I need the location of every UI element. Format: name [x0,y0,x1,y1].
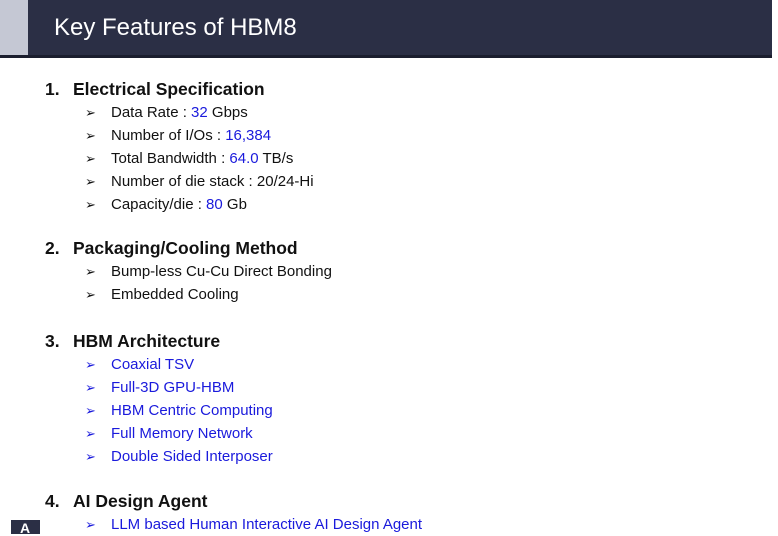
section-title: Electrical Specification [73,79,265,99]
arrow-bullet-icon: ➢ [85,426,96,441]
item-label: Number of I/Os : [111,127,226,144]
section-number: 2. [45,238,60,258]
section-hbm-architecture: 3. HBM Architecture ➢ Coaxial TSV ➢ Full-3D… [45,329,765,468]
section-title: AI Design Agent [73,491,208,511]
item-list: ➢ Bump-less Cu-Cu Direct Bonding ➢ Embedde… [45,260,765,306]
item-label: Full-3D GPU-HBM [111,379,235,396]
section-ai-design-agent: 4. AI Design Agent ➢ LLM based Human Inter… [45,489,765,536]
section-number: 3. [45,331,60,351]
item-list: ➢ Coaxial TSV ➢ Full-3D GPU-HBM ➢ HBM Centr… [45,353,765,468]
section-heading: 4. AI Design Agent [45,489,765,513]
arrow-bullet-icon: ➢ [85,449,96,464]
arrow-bullet-icon: ➢ [85,380,96,395]
item-unit: TB/s [258,150,294,167]
section-heading: 3. HBM Architecture [45,329,765,353]
item-value: 16,384 [225,127,272,144]
arrow-bullet-icon: ➢ [85,517,96,532]
item-unit: Gbps [207,104,248,121]
item-label: Capacity/die : [111,196,207,213]
section-number: 1. [45,79,60,99]
arrow-bullet-icon: ➢ [85,174,96,189]
section-heading: 2. Packaging/Cooling Method [45,236,765,260]
arrow-bullet-icon: ➢ [85,151,96,166]
item-label: Coaxial TSV [111,356,195,373]
item-unit: Gb [222,196,247,213]
section-title: Packaging/Cooling Method [73,238,298,258]
item-label: Full Memory Network [111,425,253,442]
slide-content: 1. Electrical Specification ➢ Data Rate : … [0,0,778,534]
item-label: HBM Centric Computing [111,402,273,419]
list-item-llm-agent: ➢ LLM based Human Interactive AI Design A… [45,513,765,536]
list-item-hbm-centric: ➢ HBM Centric Computing [45,399,765,422]
arrow-bullet-icon: ➢ [85,357,96,372]
arrow-bullet-icon: ➢ [85,287,96,302]
arrow-bullet-icon: ➢ [85,105,96,120]
list-item-cooling: ➢ Embedded Cooling [45,283,765,306]
section-packaging-cooling: 2. Packaging/Cooling Method ➢ Bump-less Cu… [45,236,765,306]
list-item-memory-network: ➢ Full Memory Network [45,422,765,445]
item-label: Double Sided Interposer [111,448,273,465]
arrow-bullet-icon: ➢ [85,264,96,279]
item-list: ➢ LLM based Human Interactive AI Design A… [45,513,765,536]
list-item-full-3d: ➢ Full-3D GPU-HBM [45,376,765,399]
corner-logo-glyph: A [20,520,31,534]
item-label: Number of die stack : 20/24-Hi [111,173,314,190]
list-item-interposer: ➢ Double Sided Interposer [45,445,765,468]
section-electrical-specification: 1. Electrical Specification ➢ Data Rate : … [45,77,765,216]
list-item-data-rate: ➢ Data Rate : 32 Gbps [45,101,765,124]
list-item-bonding: ➢ Bump-less Cu-Cu Direct Bonding [45,260,765,283]
list-item-total-bandwidth: ➢ Total Bandwidth : 64.0 TB/s [45,147,765,170]
item-label: Embedded Cooling [111,286,239,303]
item-value: 64.0 [229,150,259,167]
item-label: LLM based Human Interactive AI Design Ag… [111,516,423,533]
section-heading: 1. Electrical Specification [45,77,765,101]
item-label: Total Bandwidth : [111,150,230,167]
corner-logo: A [11,520,40,534]
item-list: ➢ Data Rate : 32 Gbps ➢ Number of I/Os : 1… [45,101,765,216]
item-label: Bump-less Cu-Cu Direct Bonding [111,263,332,280]
item-value: 80 [206,196,223,213]
item-value: 32 [191,104,208,121]
section-title: HBM Architecture [73,331,221,351]
item-label: Data Rate : [111,104,192,121]
list-item-capacity-per-die: ➢ Capacity/die : 80 Gb [45,193,765,216]
arrow-bullet-icon: ➢ [85,128,96,143]
list-item-number-of-ios: ➢ Number of I/Os : 16,384 [45,124,765,147]
arrow-bullet-icon: ➢ [85,403,96,418]
list-item-coaxial-tsv: ➢ Coaxial TSV [45,353,765,376]
section-number: 4. [45,491,60,511]
arrow-bullet-icon: ➢ [85,197,96,212]
list-item-die-stack: ➢ Number of die stack : 20/24-Hi [45,170,765,193]
